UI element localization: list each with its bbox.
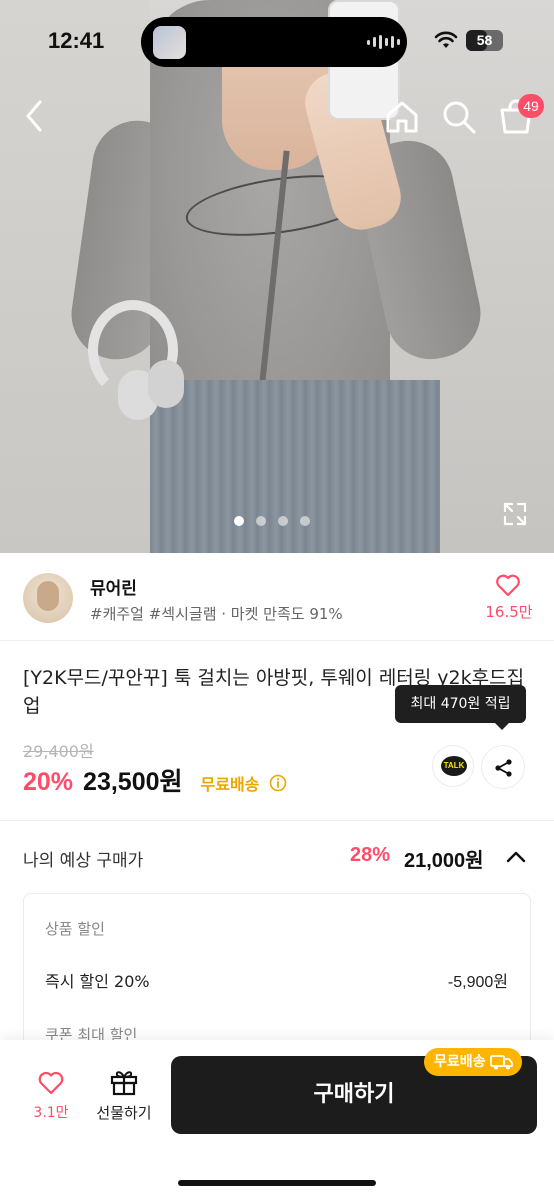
store-heart-icon[interactable]	[495, 573, 521, 597]
seller-name[interactable]: 뮤어린	[90, 574, 137, 599]
product-discount-heading: 상품 할인	[45, 920, 105, 938]
kakao-talk-button[interactable]: TALK	[432, 745, 474, 787]
gift-label: 선물하기	[96, 1104, 152, 1122]
carousel-dot	[256, 516, 266, 526]
expected-price-row[interactable]: 나의 예상 구매가 28% 21,000원	[0, 832, 554, 882]
now-playing-thumbnail	[153, 26, 186, 59]
info-icon[interactable]	[269, 774, 287, 792]
kakao-talk-icon: TALK	[441, 756, 467, 776]
kakao-talk-label: TALK	[443, 761, 465, 770]
price-row: 20% 23,500원 무료배송	[23, 762, 287, 798]
expected-price-amount: 21,000원	[404, 850, 484, 872]
expected-discount-rate: 28%	[350, 844, 391, 866]
audio-wave-icon	[367, 35, 400, 49]
carousel-dot	[278, 516, 288, 526]
share-icon	[495, 759, 512, 777]
home-indicator	[178, 1180, 376, 1186]
headphone-cup	[148, 360, 184, 408]
section-divider	[0, 820, 554, 821]
free-shipping-badge: 무료배송	[424, 1048, 522, 1076]
instant-discount-value: -5,900원	[447, 974, 508, 991]
discount-rate: 20%	[23, 768, 74, 796]
wifi-icon	[434, 31, 458, 48]
sale-price: 23,500원	[83, 768, 183, 796]
status-bar: 12:41 58	[0, 0, 554, 84]
carousel-indicator	[234, 516, 310, 526]
gift-button[interactable]: 선물하기	[92, 1068, 156, 1128]
seller-row[interactable]: 뮤어린 #캐주얼 #섹시글램 · 마켓 만족도 91% 16.5만	[0, 553, 554, 641]
home-icon[interactable]	[383, 98, 421, 136]
like-button[interactable]: 3.1만	[26, 1070, 76, 1130]
instant-discount-label: 즉시 할인 20%	[45, 972, 150, 991]
chevron-up-icon[interactable]	[505, 848, 527, 864]
heart-icon	[38, 1071, 64, 1095]
back-icon[interactable]	[20, 96, 50, 136]
gift-icon	[110, 1071, 138, 1096]
share-button[interactable]	[481, 745, 525, 789]
search-icon[interactable]	[440, 98, 478, 136]
seller-tags: #캐주얼 #섹시글램 · 마켓 만족도 91%	[90, 605, 343, 623]
battery-level: 58	[476, 32, 493, 48]
free-shipping-badge-label: 무료배송	[434, 1054, 486, 1070]
store-like-count: 16.5만	[485, 603, 533, 621]
like-count: 3.1만	[33, 1105, 69, 1121]
points-tooltip: 최대 470원 적립	[395, 685, 526, 730]
status-time: 12:41	[48, 28, 105, 53]
battery-icon: 58	[466, 30, 503, 51]
cart-count-badge: 49	[518, 94, 544, 118]
carousel-dot	[300, 516, 310, 526]
truck-icon	[489, 1055, 513, 1070]
seller-avatar[interactable]	[23, 573, 73, 623]
jeans	[150, 380, 440, 553]
bottom-action-bar: 3.1만 선물하기 구매하기 무료배송	[0, 1040, 554, 1200]
free-shipping-label: 무료배송	[200, 775, 260, 794]
expand-icon[interactable]	[502, 501, 528, 527]
expected-price-label: 나의 예상 구매가	[23, 851, 144, 871]
carousel-dot	[234, 516, 244, 526]
original-price: 29,400원	[23, 742, 94, 761]
dynamic-island[interactable]	[141, 17, 407, 67]
